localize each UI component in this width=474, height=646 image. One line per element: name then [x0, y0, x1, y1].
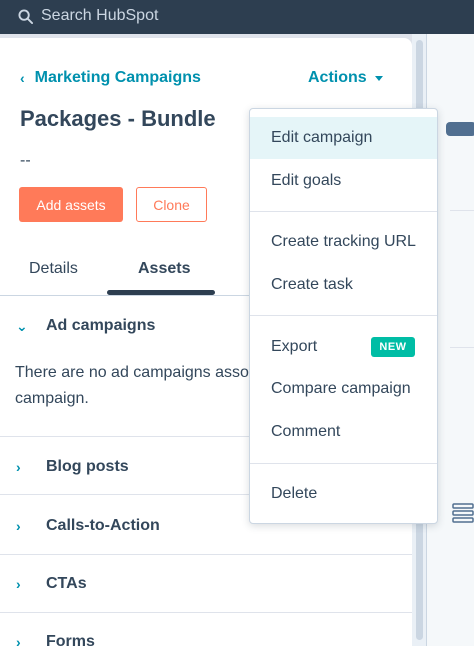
section-label: Ad campaigns [46, 317, 156, 334]
section-label: CTAs [46, 575, 87, 592]
breadcrumb[interactable]: ‹ Marketing Campaigns [20, 69, 201, 87]
caret-down-icon [374, 75, 383, 81]
chevron-right-icon: › [16, 634, 21, 646]
chevron-left-icon: ‹ [20, 70, 25, 86]
actions-label: Actions [308, 69, 367, 86]
clone-button[interactable]: Clone [136, 187, 207, 222]
breadcrumb-link[interactable]: Marketing Campaigns [35, 69, 201, 87]
menu-item-create-tracking-url[interactable]: Create tracking URL [250, 221, 437, 263]
actions-menu: Edit campaign Edit goals Create tracking… [249, 108, 438, 524]
background-divider [450, 210, 474, 211]
chevron-right-icon: › [16, 518, 21, 534]
menu-item-comment[interactable]: Comment [250, 411, 437, 453]
menu-divider [250, 211, 437, 212]
section-label: Forms [46, 633, 95, 646]
menu-item-create-task[interactable]: Create task [250, 264, 437, 306]
list-view-icon [452, 503, 474, 523]
background-pill [446, 122, 474, 136]
add-assets-button[interactable]: Add assets [19, 187, 123, 222]
tab-details[interactable]: Details [29, 260, 78, 278]
section-forms[interactable]: › Forms [16, 633, 95, 646]
campaign-subtitle: -- [20, 152, 31, 169]
section-ctas[interactable]: › CTAs [16, 575, 87, 593]
chevron-right-icon: › [16, 576, 21, 592]
section-blog-posts[interactable]: › Blog posts [16, 458, 129, 476]
menu-item-edit-goals[interactable]: Edit goals [250, 160, 437, 202]
section-divider [0, 554, 412, 555]
chevron-right-icon: › [16, 459, 21, 475]
section-ad-campaigns[interactable]: ⌄ Ad campaigns [16, 317, 155, 335]
chevron-down-icon: ⌄ [16, 317, 28, 334]
page-title: Packages - Bundle [20, 106, 216, 131]
section-divider [0, 612, 412, 613]
actions-dropdown-button[interactable]: Actions [308, 69, 383, 87]
menu-divider [250, 315, 437, 316]
menu-item-compare-campaign[interactable]: Compare campaign [250, 368, 437, 410]
menu-item-delete[interactable]: Delete [250, 473, 437, 515]
menu-divider [250, 463, 437, 464]
tab-assets[interactable]: Assets [138, 260, 190, 278]
new-badge: NEW [371, 337, 415, 357]
top-nav-bar: Search HubSpot [0, 0, 474, 34]
search-bar[interactable]: Search HubSpot [18, 6, 158, 26]
search-icon [18, 8, 33, 24]
search-placeholder: Search HubSpot [41, 7, 159, 24]
background-divider [450, 347, 474, 348]
section-label: Blog posts [46, 458, 129, 475]
section-label: Calls-to-Action [46, 517, 160, 534]
menu-item-edit-campaign[interactable]: Edit campaign [250, 117, 437, 159]
section-calls-to-action[interactable]: › Calls-to-Action [16, 517, 160, 535]
